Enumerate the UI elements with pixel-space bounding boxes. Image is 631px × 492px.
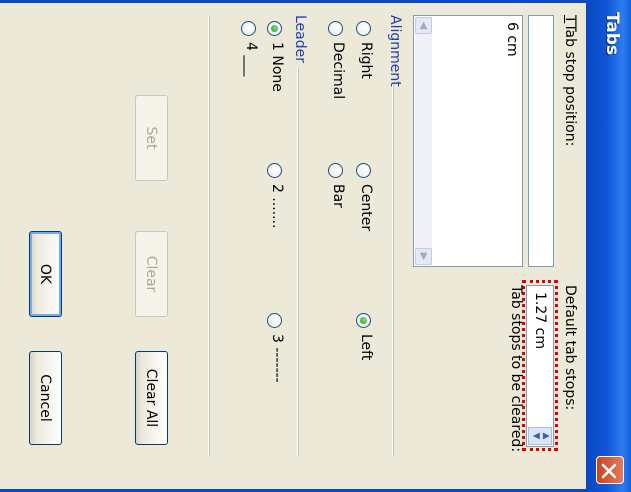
scroll-right-icon[interactable]: ▶: [415, 248, 432, 265]
clear-button[interactable]: Clear: [135, 231, 168, 317]
radio-right[interactable]: [356, 21, 371, 36]
radio-leader-underline[interactable]: [241, 21, 256, 36]
radio-left[interactable]: [356, 313, 371, 328]
radio-center[interactable]: [356, 163, 371, 178]
set-button[interactable]: Set: [135, 95, 168, 181]
clear-all-button[interactable]: Clear All: [135, 351, 168, 445]
tab-stop-position-label: TTab stop position:: [562, 15, 578, 147]
close-icon: [601, 463, 617, 479]
radio-leader-dashes-label[interactable]: 3 -------: [269, 334, 285, 383]
cancel-button-label: Cancel: [37, 374, 54, 422]
radio-left-label[interactable]: Left: [358, 334, 374, 360]
alignment-group-label: Alignment: [387, 15, 403, 87]
tab-stop-list[interactable]: 6 cm ◀ ▶: [413, 15, 523, 267]
radio-leader-underline-label[interactable]: 4 ___: [243, 42, 259, 76]
tab-stop-position-input[interactable]: [528, 15, 554, 267]
bottom-separator: [208, 15, 210, 457]
radio-leader-dots[interactable]: [267, 163, 282, 178]
radio-leader-none[interactable]: [267, 21, 282, 36]
radio-leader-dots-label[interactable]: 2 .......: [269, 184, 285, 229]
dialog-body: TTab stop position: 6 cm ◀ ▶ Default tab…: [0, 0, 586, 492]
leader-separator: [297, 67, 299, 457]
set-button-label: Set: [143, 126, 160, 150]
highlight-box: [522, 280, 558, 451]
tab-stop-position-label-text: Tab stop position:: [562, 23, 578, 147]
alignment-separator: [392, 85, 394, 457]
radio-bar-label[interactable]: Bar: [330, 184, 346, 208]
radio-bar[interactable]: [328, 163, 343, 178]
title-bar[interactable]: Tabs: [585, 0, 631, 492]
horizontal-scrollbar[interactable]: ◀ ▶: [415, 17, 432, 265]
tab-stops-cleared-label: Tab stops to be cleared:: [508, 285, 524, 453]
default-tab-stops-label: Default tab stops:: [562, 285, 578, 411]
ok-button-label: OK: [37, 263, 54, 285]
radio-leader-none-label[interactable]: 1 None: [269, 42, 285, 92]
radio-center-label[interactable]: Center: [358, 184, 374, 231]
radio-leader-dashes[interactable]: [267, 313, 282, 328]
clear-all-button-label: Clear All: [143, 368, 160, 428]
list-item[interactable]: 6 cm: [504, 22, 520, 57]
clear-button-label: Clear: [143, 255, 160, 293]
tabs-dialog: Tabs TTab stop position: 6 cm ◀ ▶ Defaul…: [0, 0, 631, 492]
close-button[interactable]: [596, 456, 624, 484]
ok-button[interactable]: OK: [29, 231, 62, 317]
cancel-button[interactable]: Cancel: [29, 351, 62, 445]
radio-right-label[interactable]: Right: [358, 42, 374, 79]
scroll-left-icon[interactable]: ◀: [415, 17, 432, 34]
radio-decimal-label[interactable]: Decimal: [330, 42, 346, 99]
dialog-title: Tabs: [602, 12, 622, 56]
leader-group-label: Leader: [292, 15, 308, 64]
radio-decimal[interactable]: [328, 21, 343, 36]
